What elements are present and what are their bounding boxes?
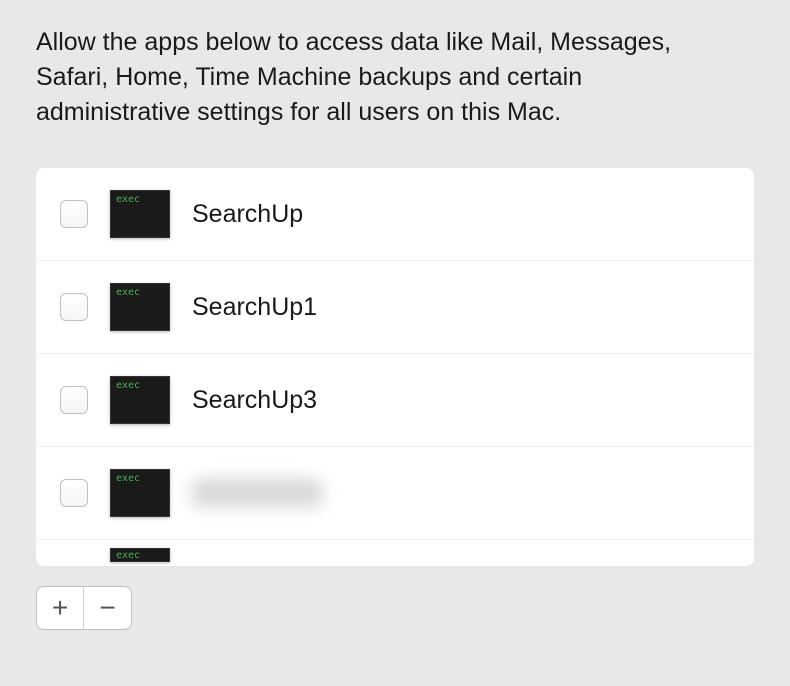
app-row-partial[interactable]: exec — [36, 540, 754, 566]
exec-label: exec — [116, 380, 140, 391]
app-row[interactable]: exec SearchUp1 — [36, 261, 754, 354]
exec-label: exec — [116, 473, 140, 484]
exec-label: exec — [116, 194, 140, 205]
app-row[interactable]: exec — [36, 447, 754, 540]
terminal-exec-icon: exec — [110, 548, 170, 562]
app-row[interactable]: exec SearchUp3 — [36, 354, 754, 447]
app-row[interactable]: exec SearchUp — [36, 168, 754, 261]
exec-label: exec — [116, 287, 140, 298]
add-button[interactable]: + — [37, 587, 84, 629]
app-name-label: SearchUp3 — [192, 386, 317, 415]
remove-button[interactable]: − — [84, 587, 131, 629]
app-checkbox[interactable] — [60, 200, 88, 228]
terminal-exec-icon: exec — [110, 190, 170, 238]
app-name-label: SearchUp1 — [192, 293, 317, 322]
app-checkbox[interactable] — [60, 479, 88, 507]
terminal-exec-icon: exec — [110, 469, 170, 517]
app-name-label: SearchUp — [192, 200, 303, 229]
app-checkbox[interactable] — [60, 293, 88, 321]
terminal-exec-icon: exec — [110, 283, 170, 331]
terminal-exec-icon: exec — [110, 376, 170, 424]
exec-label: exec — [116, 550, 140, 561]
app-list: exec SearchUp exec SearchUp1 exec Search… — [36, 168, 754, 566]
add-remove-button-bar: + − — [36, 586, 754, 630]
full-disk-access-description: Allow the apps below to access data like… — [36, 25, 736, 130]
app-checkbox[interactable] — [60, 386, 88, 414]
add-remove-group: + − — [36, 586, 132, 630]
app-name-label-blurred — [192, 479, 322, 507]
